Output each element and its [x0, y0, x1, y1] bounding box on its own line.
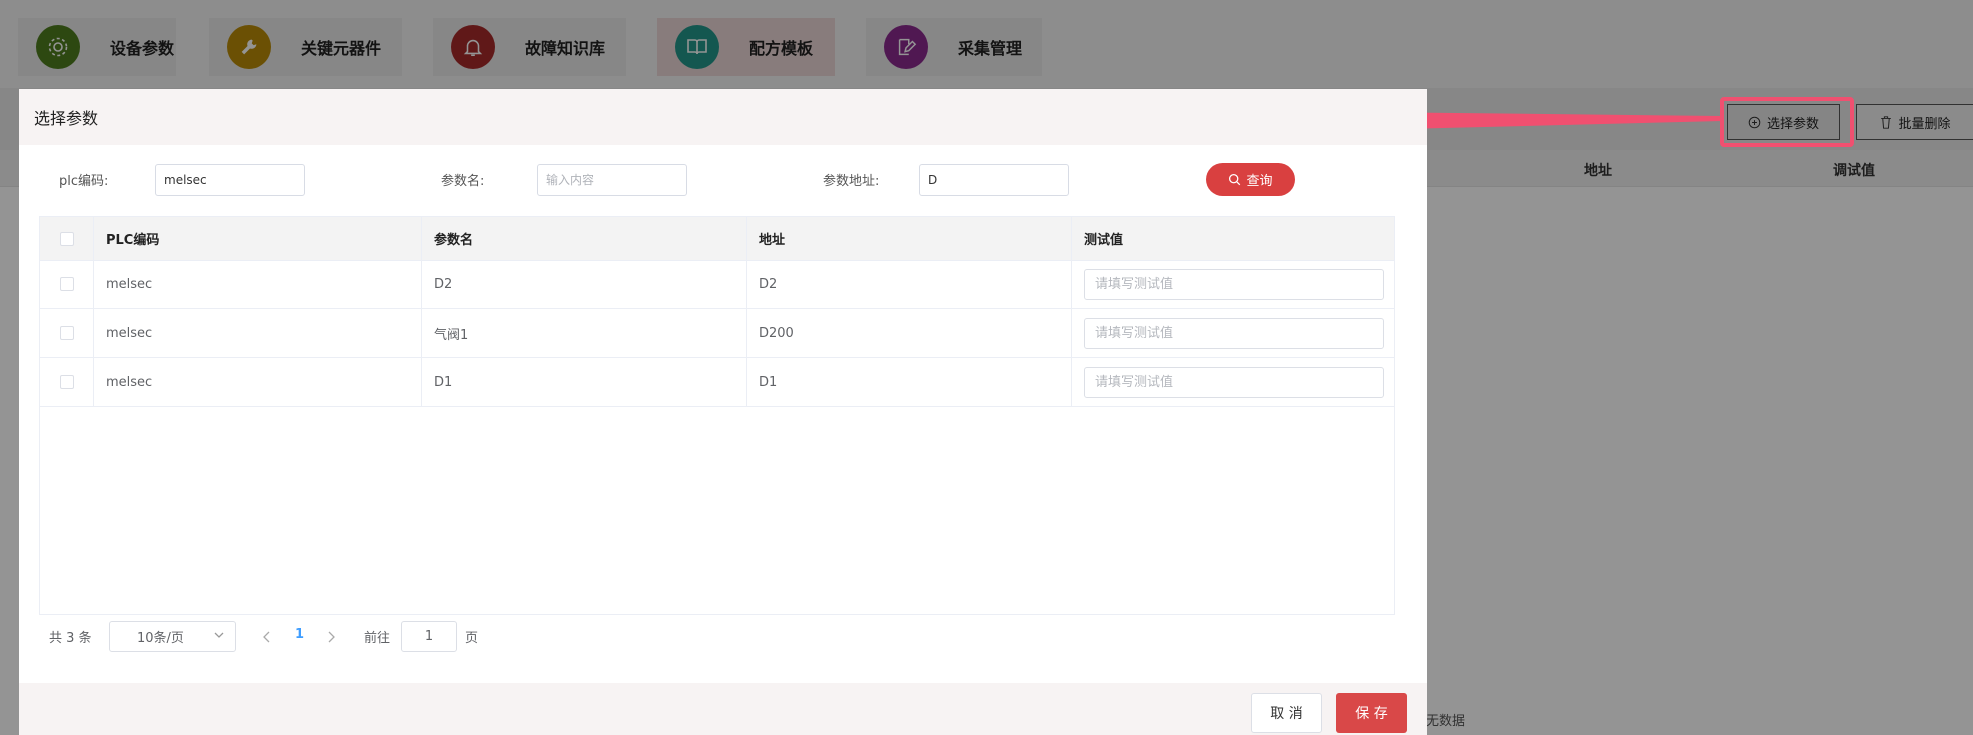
page-suffix: 页 [465, 631, 479, 646]
row-checkbox[interactable] [59, 277, 74, 291]
row-checkbox-cell [40, 260, 94, 308]
save-button[interactable]: 保 存 [1336, 693, 1407, 733]
page-size-value: 10条/页 [137, 631, 184, 646]
cell-address: D200 [747, 309, 1072, 357]
prev-page-icon[interactable] [262, 631, 272, 643]
table-row: melsec D2 D2 [40, 260, 1394, 309]
table-row: melsec D1 D1 [40, 358, 1394, 407]
pagination-total: 共 3 条 [49, 631, 92, 646]
param-address-label: 参数地址: [823, 174, 880, 189]
test-value-input[interactable] [1084, 317, 1384, 349]
cell-plc-code: melsec [94, 260, 422, 308]
test-value-input[interactable] [1084, 268, 1384, 300]
cell-param-name: D1 [422, 358, 747, 406]
annotation-highlight-box [1720, 97, 1854, 147]
cell-test-value [1072, 309, 1394, 357]
plc-code-label: plc编码: [59, 174, 109, 189]
cell-address: D1 [747, 358, 1072, 406]
cell-address: D2 [747, 260, 1072, 308]
row-checkbox-cell [40, 309, 94, 357]
header-test-value: 测试值 [1084, 233, 1124, 248]
cell-param-name: 气阀1 [422, 309, 747, 357]
query-button[interactable]: 查询 [1206, 163, 1295, 196]
cell-plc-code: melsec [94, 309, 422, 357]
search-icon [1229, 173, 1241, 186]
goto-page-input[interactable] [401, 621, 457, 652]
row-checkbox-cell [40, 358, 94, 406]
select-all-checkbox[interactable] [59, 231, 74, 246]
cancel-button[interactable]: 取 消 [1251, 693, 1322, 733]
cell-plc-code: melsec [94, 358, 422, 406]
cell-test-value [1072, 260, 1394, 308]
param-name-input[interactable] [537, 164, 687, 196]
row-checkbox[interactable] [59, 375, 74, 389]
table-header-row: PLC编码 参数名 地址 测试值 [40, 217, 1394, 261]
dialog-footer [19, 683, 1427, 735]
param-table: PLC编码 参数名 地址 测试值 melsec D2 D2 melsec 气阀1… [39, 216, 1395, 615]
header-plc-code: PLC编码 [94, 217, 422, 260]
param-name-label: 参数名: [441, 174, 485, 189]
cell-param-name: D2 [422, 260, 747, 308]
plc-code-input[interactable] [155, 164, 305, 196]
row-checkbox[interactable] [59, 326, 74, 340]
page-size-select[interactable]: 10条/页 [109, 621, 236, 652]
current-page[interactable]: 1 [295, 627, 304, 642]
header-param-name: 参数名 [422, 217, 747, 260]
next-page-icon[interactable] [326, 631, 336, 643]
goto-label: 前往 [364, 631, 391, 646]
chevron-down-icon [214, 632, 224, 638]
table-row: melsec 气阀1 D200 [40, 309, 1394, 358]
cell-test-value [1072, 358, 1394, 406]
param-address-input[interactable] [919, 164, 1069, 196]
header-address: 地址 [747, 217, 1072, 260]
query-label: 查询 [1246, 173, 1273, 188]
select-param-dialog: 选择参数 plc编码: 参数名: 参数地址: 查询 PLC编码 参数名 地址 测… [19, 89, 1427, 735]
test-value-input[interactable] [1084, 366, 1384, 398]
select-all-cell [40, 217, 94, 260]
dialog-title: 选择参数 [19, 89, 1427, 145]
